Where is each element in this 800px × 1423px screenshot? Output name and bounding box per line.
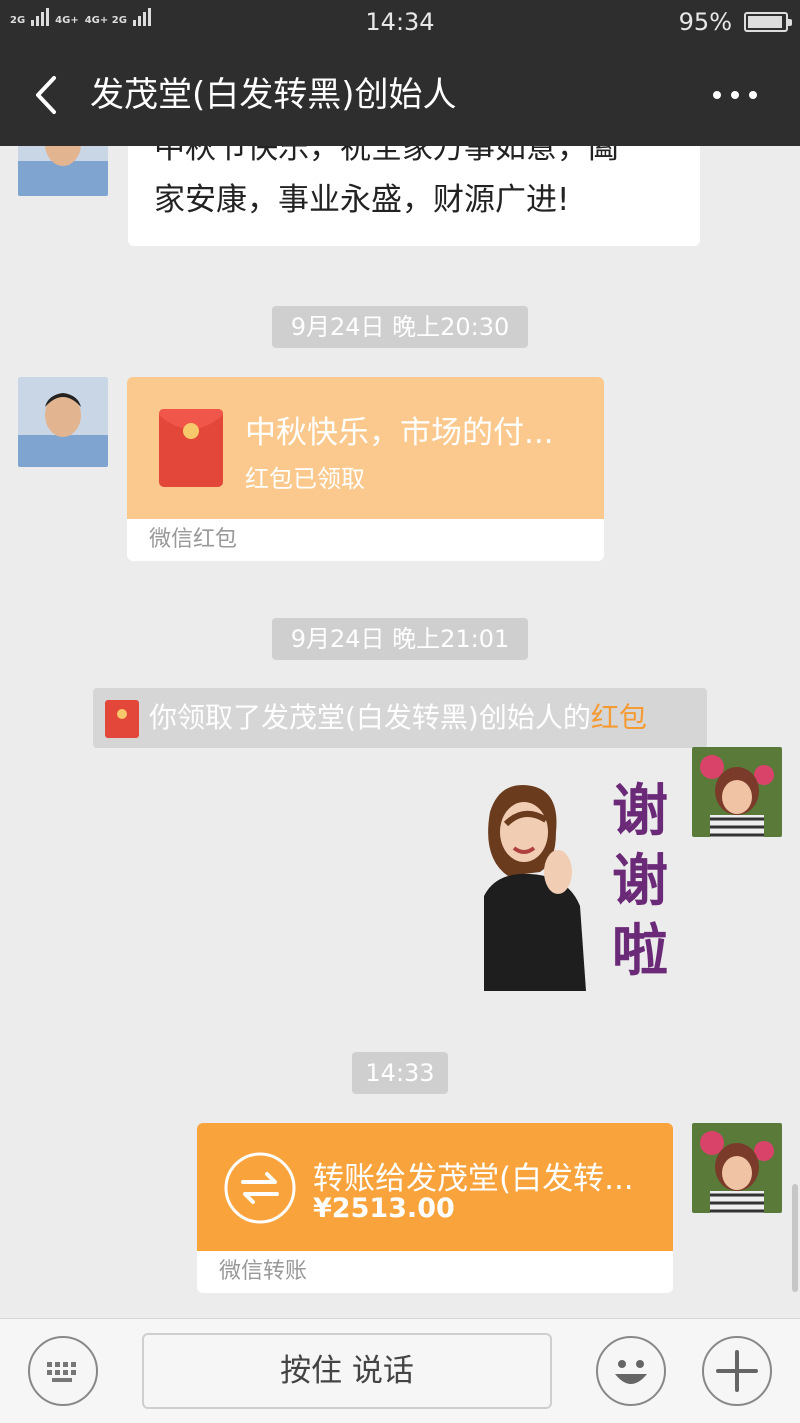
- red-packet-footer: 微信红包: [127, 519, 604, 561]
- transfer-card[interactable]: 转账给发茂堂(白发转... ¥2513.00 微信转账: [197, 1123, 673, 1293]
- message-list[interactable]: 中秋节快乐，祝全家万事如意，阖 家安康，事业永盛，财源广进! 9月24日 晚上2…: [0, 146, 800, 1318]
- message-line: 家安康，事业永盛，财源广进!: [154, 182, 570, 218]
- emoji-button[interactable]: [596, 1336, 666, 1406]
- red-packet-status: 红包已领取: [245, 465, 365, 493]
- red-packet-card[interactable]: 中秋快乐，市场的付... 红包已领取 微信红包: [127, 377, 604, 561]
- transfer-footer: 微信转账: [197, 1251, 673, 1293]
- sticker[interactable]: 谢 谢 啦: [460, 776, 680, 996]
- avatar-woman-icon: [692, 747, 782, 837]
- more-dots-icon[interactable]: [710, 82, 760, 108]
- battery-icon: [744, 12, 792, 32]
- transfer-amount: ¥2513.00: [313, 1193, 455, 1224]
- chat-title[interactable]: 发茂堂(白发转黑)创始人: [90, 70, 457, 120]
- avatar-man-icon: [18, 377, 108, 467]
- avatar[interactable]: [692, 1123, 782, 1213]
- plus-button[interactable]: [702, 1336, 772, 1406]
- avatar[interactable]: [18, 377, 108, 467]
- timestamp: 9月24日 晚上21:01: [272, 618, 528, 660]
- battery-area: 95%: [678, 8, 792, 36]
- chat-header: 发茂堂(白发转黑)创始人: [0, 44, 800, 146]
- chevron-left-icon[interactable]: [28, 70, 68, 120]
- avatar[interactable]: [18, 146, 108, 196]
- red-packet-link[interactable]: 红包: [591, 701, 647, 734]
- plus-icon: [716, 1350, 758, 1392]
- emoji-icon: [615, 1360, 647, 1384]
- transfer-arrows-icon: [224, 1152, 296, 1224]
- keyboard-icon: [47, 1362, 76, 1382]
- sticker-char: 啦: [612, 918, 668, 984]
- sticker-char: 谢: [612, 848, 668, 914]
- avatar-woman-icon: [692, 1123, 782, 1213]
- sticker-char: 谢: [612, 778, 668, 844]
- scrollbar[interactable]: [792, 1184, 798, 1292]
- battery-percent: 95%: [678, 8, 732, 36]
- status-bar: 2G 4G+ 4G+ 2G 14:34 95%: [0, 0, 800, 44]
- message-line: 中秋节快乐，祝全家万事如意，阖: [154, 146, 619, 166]
- red-packet-title: 中秋快乐，市场的付...: [245, 415, 554, 451]
- hold-to-talk-button[interactable]: 按住 说话: [142, 1333, 552, 1409]
- timestamp: 14:33: [352, 1052, 448, 1094]
- system-message-text: 你领取了发茂堂(白发转黑)创始人的: [149, 701, 591, 734]
- avatar[interactable]: [692, 747, 782, 837]
- red-packet-icon: [159, 409, 223, 487]
- timestamp: 9月24日 晚上20:30: [272, 306, 528, 348]
- transfer-title: 转账给发茂堂(白发转...: [313, 1161, 634, 1197]
- input-bar: 按住 说话: [0, 1318, 800, 1423]
- keyboard-button[interactable]: [28, 1336, 98, 1406]
- system-message: 你领取了发茂堂(白发转黑)创始人的红包: [93, 688, 707, 748]
- sticker-text: 谢 谢 啦: [600, 776, 680, 986]
- red-packet-icon: [105, 700, 139, 738]
- message-bubble[interactable]: 中秋节快乐，祝全家万事如意，阖 家安康，事业永盛，财源广进!: [128, 146, 700, 246]
- avatar-man-icon: [18, 146, 108, 196]
- sticker-woman-image: [484, 785, 586, 991]
